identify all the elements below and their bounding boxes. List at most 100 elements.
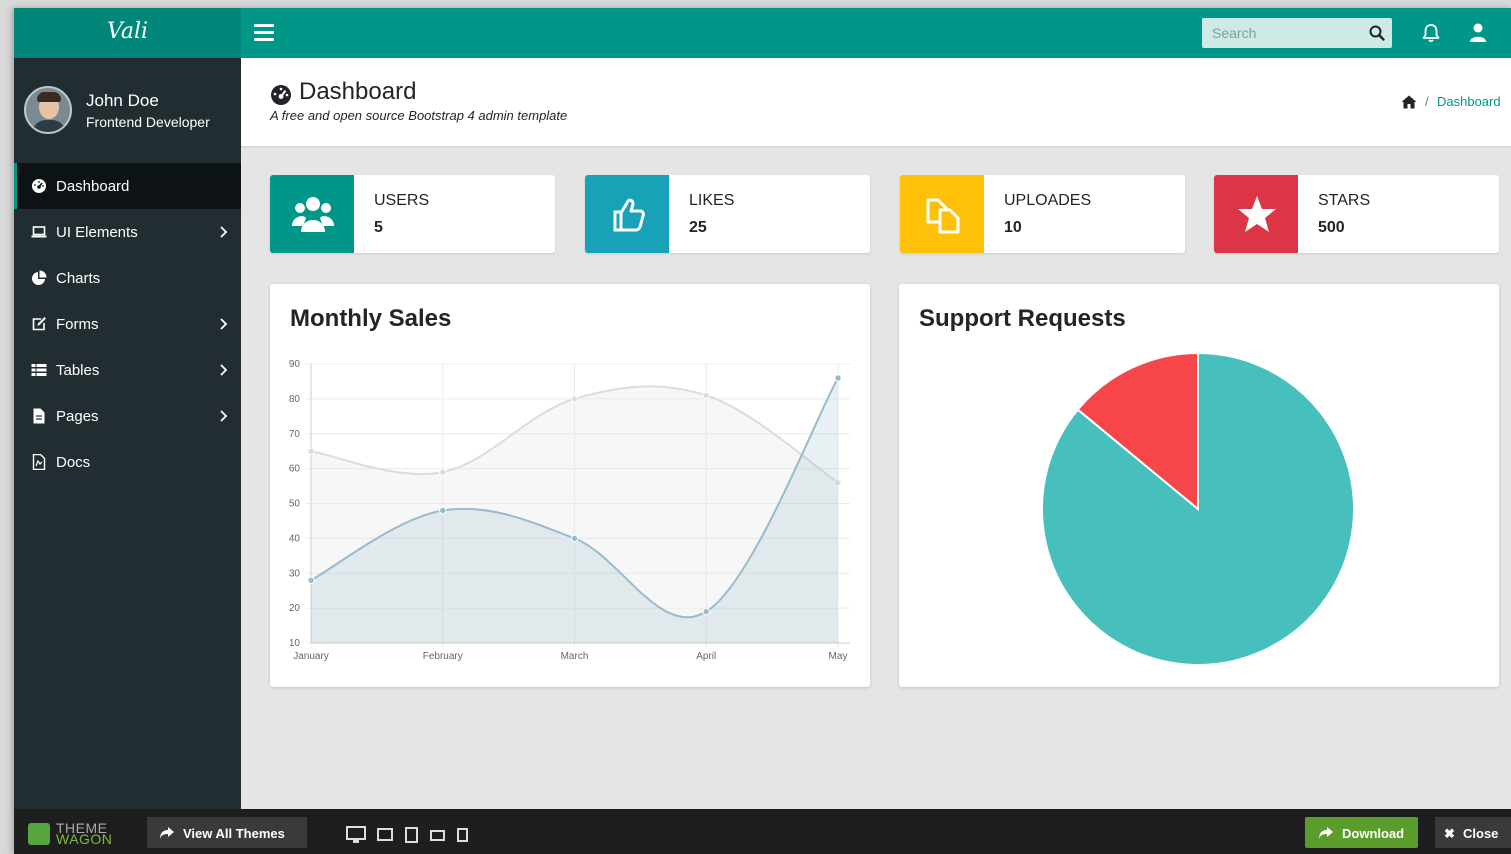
widget-icon-box — [270, 175, 354, 253]
sidebar: John Doe Frontend Developer Dashboard UI… — [14, 58, 241, 809]
data-point — [570, 534, 579, 543]
preview-toolbar: THEME WAGON View All Themes Download ✖ C… — [14, 809, 1511, 854]
widget-icon-box — [900, 175, 984, 253]
search-input[interactable] — [1202, 18, 1362, 48]
sidebar-item-label: Dashboard — [56, 178, 130, 195]
page-header: Dashboard A free and open source Bootstr… — [241, 58, 1511, 146]
user-profile: John Doe Frontend Developer — [14, 58, 241, 163]
data-point — [307, 447, 315, 455]
data-point — [307, 576, 315, 584]
x-tick-label: January — [293, 651, 329, 662]
user-role: Frontend Developer — [86, 114, 210, 130]
sidebar-item-forms[interactable]: Forms — [14, 301, 241, 347]
thumbs-up-icon — [613, 198, 645, 232]
themewagon-logo-icon — [28, 823, 50, 845]
close-label: Close — [1463, 826, 1499, 841]
download-button[interactable]: Download — [1305, 817, 1418, 848]
tablet-landscape-icon[interactable] — [430, 830, 445, 841]
x-tick-label: April — [696, 651, 716, 662]
data-point — [570, 395, 579, 403]
monthly-sales-card: Monthly Sales 10 20 30 40 50 60 70 80 90 January F… — [270, 284, 870, 687]
chevron-right-icon — [220, 364, 228, 376]
sidebar-item-tables[interactable]: Tables — [14, 347, 241, 393]
tablet-icon[interactable] — [405, 827, 418, 843]
app-window: Vali John Doe Frontend Developer Dashboa… — [14, 8, 1511, 854]
pie-chart-icon — [32, 270, 47, 285]
sidebar-item-label: Forms — [56, 316, 99, 333]
laptop-icon[interactable] — [377, 828, 393, 841]
y-tick-label: 10 — [289, 638, 301, 649]
sidebar-item-charts[interactable]: Charts — [14, 255, 241, 301]
bell-icon[interactable] — [1420, 22, 1442, 44]
star-icon — [1238, 196, 1276, 232]
sidebar-item-pages[interactable]: Pages — [14, 393, 241, 439]
docs-icon — [32, 454, 46, 470]
chevron-right-icon — [220, 226, 228, 238]
sidebar-item-dashboard[interactable]: Dashboard — [14, 163, 241, 209]
x-tick-label: February — [423, 651, 463, 662]
dashboard-icon — [271, 85, 291, 105]
widget-icon-box — [585, 175, 669, 253]
search-icon[interactable] — [1368, 24, 1386, 42]
app-logo[interactable]: Vali — [14, 8, 241, 58]
x-tick-label: March — [561, 651, 589, 662]
device-preview-switcher — [346, 826, 468, 843]
sidebar-item-docs[interactable]: Docs — [14, 439, 241, 485]
x-tick-label: May — [829, 651, 848, 662]
sidebar-item-label: Charts — [56, 270, 101, 287]
user-icon[interactable] — [1468, 22, 1488, 44]
themewagon-brand[interactable]: THEME WAGON — [56, 821, 113, 847]
share-arrow-icon — [160, 827, 174, 839]
sidebar-item-label: UI Elements — [56, 224, 138, 241]
user-name: John Doe — [86, 91, 159, 110]
table-icon — [31, 364, 47, 376]
home-icon[interactable] — [1401, 95, 1417, 109]
support-requests-card: Support Requests — [899, 284, 1499, 687]
menu-icon[interactable] — [254, 24, 274, 42]
close-icon: ✖ — [1444, 826, 1455, 841]
dashboard-icon — [32, 179, 46, 193]
monthly-sales-chart: 10 20 30 40 50 60 70 80 90 January February March Ap… — [289, 359, 850, 662]
support-requests-chart — [1041, 351, 1355, 666]
data-point — [702, 607, 710, 616]
view-all-label: View All Themes — [183, 826, 285, 841]
widget-value: 5 — [374, 219, 383, 236]
files-icon — [926, 198, 960, 234]
y-tick-label: 60 — [289, 464, 301, 475]
y-tick-label: 50 — [289, 499, 301, 510]
y-tick-label: 80 — [289, 394, 301, 405]
view-all-themes-button[interactable]: View All Themes — [147, 817, 307, 848]
chevron-right-icon — [220, 410, 228, 422]
phone-icon[interactable] — [457, 828, 468, 842]
widget-label: LIKES — [689, 192, 735, 209]
edit-icon — [32, 317, 46, 331]
sidebar-item-label: Docs — [56, 454, 91, 471]
file-icon — [33, 408, 45, 424]
close-button[interactable]: ✖ Close — [1435, 817, 1511, 848]
y-tick-label: 30 — [289, 568, 301, 579]
y-tick-label: 90 — [289, 359, 301, 370]
breadcrumb-current[interactable]: Dashboard — [1437, 94, 1501, 109]
widget-label: UPLOADES — [1004, 192, 1092, 209]
download-label: Download — [1342, 826, 1405, 841]
share-arrow-icon — [1319, 827, 1333, 839]
search-box — [1202, 18, 1392, 48]
sidebar-item-label: Pages — [56, 408, 99, 425]
data-point — [439, 506, 447, 515]
widget-label: STARS — [1318, 192, 1371, 209]
sidebar-nav: Dashboard UI Elements Charts Forms Table… — [14, 163, 241, 485]
desktop-icon[interactable] — [346, 826, 366, 843]
sidebar-item-ui-elements[interactable]: UI Elements — [14, 209, 241, 255]
page-title: Dashboard — [299, 78, 417, 105]
widget-icon-box — [1214, 175, 1298, 253]
avatar — [24, 86, 72, 134]
widget-value: 500 — [1318, 219, 1345, 236]
data-point — [702, 391, 710, 400]
brand-bottom: WAGON — [56, 831, 113, 847]
y-tick-label: 40 — [289, 533, 301, 544]
sidebar-item-label: Tables — [56, 362, 100, 379]
breadcrumb-separator: / — [1425, 94, 1429, 109]
widget-stars: STARS 500 — [1214, 175, 1499, 253]
chevron-right-icon — [220, 318, 228, 330]
widget-likes: LIKES 25 — [585, 175, 870, 253]
